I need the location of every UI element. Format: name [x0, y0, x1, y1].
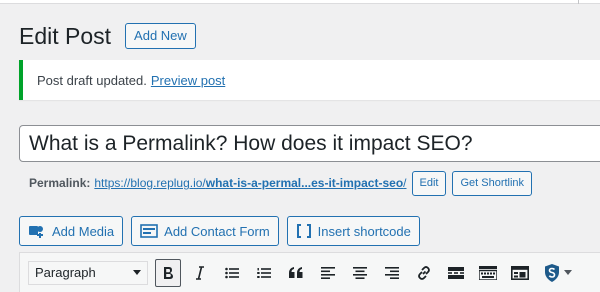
align-left-icon — [321, 266, 335, 279]
align-left-button[interactable] — [315, 259, 341, 287]
insert-link-icon — [416, 265, 432, 281]
toolbar-toggle-button[interactable] — [475, 259, 501, 287]
insert-shortcode-label: Insert shortcode — [317, 223, 411, 239]
add-contact-form-label: Add Contact Form — [164, 223, 270, 239]
chevron-down-icon — [564, 269, 572, 276]
permalink-row: Permalink: https://blog.replug.io/what-i… — [29, 170, 533, 196]
numbered-list-button[interactable] — [251, 259, 277, 287]
permalink-trailing: / — [403, 176, 407, 190]
shield-dropdown-button[interactable] — [539, 259, 577, 287]
preview-post-link[interactable]: Preview post — [151, 73, 225, 88]
bold-icon — [162, 266, 174, 280]
align-right-button[interactable] — [379, 259, 405, 287]
add-new-button[interactable]: Add New — [125, 23, 196, 49]
editor-toolbar: Paragraph — [19, 252, 600, 292]
read-more-icon — [448, 266, 464, 279]
shortcode-brackets-icon — [296, 223, 312, 239]
permalink-url-base: https://blog.replug.io/ — [94, 176, 206, 190]
page-title: Edit Post — [19, 23, 112, 49]
heading-row: Edit Post Add New — [19, 22, 196, 50]
get-shortlink-button[interactable]: Get Shortlink — [452, 170, 533, 196]
paragraph-format-select[interactable]: Paragraph — [28, 260, 148, 285]
divider — [578, 0, 579, 4]
blockquote-button[interactable] — [283, 259, 309, 287]
insert-shortcode-button[interactable]: Insert shortcode — [286, 216, 420, 246]
shield-s-icon — [544, 263, 560, 282]
bulleted-list-icon — [225, 267, 239, 279]
italic-icon — [195, 265, 205, 280]
notice-text: Post draft updated. — [37, 72, 147, 88]
format-select-value: Paragraph — [35, 265, 96, 280]
notice-success: Post draft updated. Preview post — [19, 60, 600, 100]
media-buttons: Add Media Add Contact Form Insert shortc… — [19, 216, 420, 246]
align-center-button[interactable] — [347, 259, 373, 287]
permalink-link[interactable]: https://blog.replug.io/what-is-a-permal.… — [94, 176, 406, 190]
permalink-slug: what-is-a-permal...es-it-impact-seo — [205, 176, 404, 190]
bulleted-list-button[interactable] — [219, 259, 245, 287]
italic-button[interactable] — [187, 259, 213, 287]
chevron-down-icon — [133, 270, 141, 275]
form-icon — [511, 265, 529, 280]
add-media-label: Add Media — [52, 223, 115, 239]
contact-form-icon — [140, 224, 158, 238]
numbered-list-icon — [257, 267, 271, 279]
add-contact-form-button[interactable]: Add Contact Form — [131, 216, 279, 246]
read-more-button[interactable] — [443, 259, 469, 287]
insert-link-button[interactable] — [411, 259, 437, 287]
align-center-icon — [353, 266, 367, 279]
align-right-icon — [385, 266, 399, 279]
permalink-label: Permalink: — [29, 176, 91, 190]
edit-permalink-button[interactable]: Edit — [411, 170, 447, 196]
bold-button[interactable] — [155, 258, 181, 287]
add-media-button[interactable]: Add Media — [19, 216, 124, 246]
toolbar-toggle-icon — [479, 265, 497, 280]
form-button[interactable] — [507, 259, 533, 287]
top-strip — [0, 0, 600, 4]
media-icon — [28, 223, 46, 239]
post-title-input[interactable]: What is a Permalink? How does it impact … — [19, 125, 600, 162]
blockquote-icon — [289, 267, 303, 278]
